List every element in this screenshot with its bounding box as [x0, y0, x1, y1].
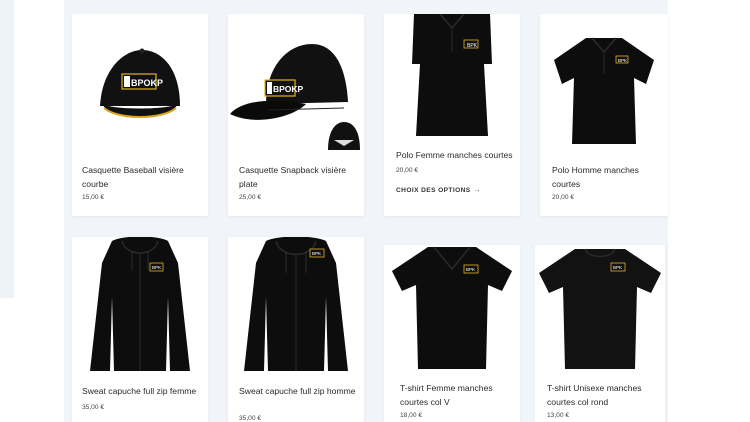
- product-title[interactable]: Sweat capuche full zip homme: [239, 385, 357, 399]
- product-title[interactable]: Polo Femme manches courtes: [396, 149, 514, 163]
- product-title[interactable]: T-shirt Unisexe manches courtes col rond: [547, 382, 657, 409]
- left-background-panel: [0, 0, 14, 298]
- product-title[interactable]: Polo Homme manches courtes: [552, 164, 662, 191]
- logo-text: BPOKP: [273, 84, 304, 94]
- logo-text-small: BPK: [152, 265, 161, 270]
- logo-text-small: BPK: [467, 43, 478, 49]
- product-card[interactable]: BPOKP Casquette Baseball visière courbe …: [72, 14, 208, 216]
- tshirt-women-image[interactable]: BPK: [384, 245, 520, 373]
- baseball-cap-image[interactable]: BPOKP: [72, 14, 208, 146]
- product-card[interactable]: BPK Sweat capuche full zip femme 35,00 €: [72, 237, 208, 422]
- product-card[interactable]: BPOKP Casquette Snapback visière plate 2…: [228, 14, 364, 216]
- product-price: 20,00 €: [552, 194, 574, 201]
- product-card[interactable]: BPK Sweat capuche full zip homme 35,00 €: [228, 237, 364, 422]
- product-card[interactable]: BPK T-shirt Unisexe manches courtes col …: [535, 245, 665, 422]
- product-price: 35,00 €: [239, 415, 261, 422]
- hoodie-women-image[interactable]: BPK: [72, 237, 208, 375]
- hoodie-men-image[interactable]: BPK: [228, 237, 364, 375]
- product-title[interactable]: Sweat capuche full zip femme: [82, 385, 206, 399]
- product-price: 25,00 €: [239, 194, 261, 201]
- product-card[interactable]: BPK Polo Femme manches courtes 20,00 € C…: [384, 14, 520, 216]
- arrow-right-icon: →: [473, 187, 481, 194]
- logo-text-small: BPK: [312, 251, 321, 256]
- product-title[interactable]: Casquette Baseball visière courbe: [82, 164, 200, 191]
- polo-women-image[interactable]: BPK: [384, 14, 520, 136]
- product-price: 18,00 €: [400, 412, 422, 419]
- logo-text-small: BPK: [618, 58, 627, 63]
- snapback-cap-image[interactable]: BPOKP: [228, 14, 364, 154]
- logo-text: BPOKP: [131, 78, 163, 88]
- logo-text-small: BPK: [613, 265, 622, 270]
- product-title[interactable]: Casquette Snapback visière plate: [239, 164, 357, 191]
- product-price: 20,00 €: [396, 167, 418, 174]
- product-price: 13,00 €: [547, 412, 569, 419]
- product-price: 35,00 €: [82, 404, 104, 411]
- tshirt-unisex-image[interactable]: BPK: [535, 245, 665, 373]
- product-price: 15,00 €: [82, 194, 104, 201]
- product-card[interactable]: BPK Polo Homme manches courtes 20,00 €: [540, 14, 668, 216]
- product-title[interactable]: T-shirt Femme manches courtes col V: [400, 382, 510, 409]
- choose-options-button[interactable]: Choix des options →: [396, 187, 481, 194]
- logo-text-small: BPK: [466, 267, 475, 272]
- product-card[interactable]: BPK T-shirt Femme manches courtes col V …: [384, 245, 520, 422]
- polo-men-image[interactable]: BPK: [540, 14, 668, 150]
- choose-options-label: Choix des options: [396, 187, 471, 194]
